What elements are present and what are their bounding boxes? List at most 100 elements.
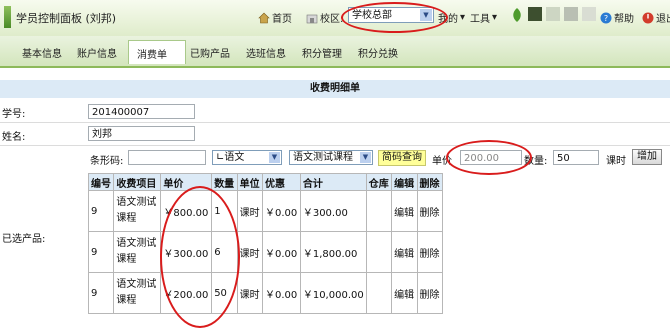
cell-price: ￥200.00 xyxy=(160,272,213,314)
course-value: 语文测试课程 xyxy=(293,152,353,163)
cell-unit: 课时 xyxy=(236,231,263,273)
campus-label: 校区: xyxy=(320,14,344,25)
cell-total: ￥300.00 xyxy=(299,190,367,232)
tools-menu[interactable]: 工具 ▾ xyxy=(470,10,497,25)
delete-link[interactable]: 删除 xyxy=(416,272,444,314)
header-id: 编号 xyxy=(87,173,115,191)
delete-link[interactable]: 删除 xyxy=(416,190,444,232)
selected-products-table: 编号 收费项目 单价 数量 单位 优惠 合计 仓库 编辑 删除 9 语文测试课程… xyxy=(87,173,444,314)
cell-total: ￥1,800.00 xyxy=(299,231,367,273)
cell-discount: ￥0.00 xyxy=(261,190,301,232)
logout-label: 退出 xyxy=(656,14,670,25)
barcode-label: 条形码: xyxy=(90,156,124,167)
campus-label-group: 校区: xyxy=(306,10,343,25)
tools-label: 工具 xyxy=(470,14,490,25)
tab-points-exchange[interactable]: 积分兑换 xyxy=(358,45,398,60)
theme-grey-icon[interactable] xyxy=(564,7,578,21)
qty-label: 数量: xyxy=(524,156,548,167)
header-warehouse: 仓库 xyxy=(365,173,393,191)
cell-id: 9 xyxy=(87,190,115,232)
cell-discount: ￥0.00 xyxy=(261,272,301,314)
caret-icon: ▾ xyxy=(492,12,498,23)
chevron-down-icon: ▼ xyxy=(360,152,371,163)
header-qty: 数量 xyxy=(211,173,238,191)
cell-unit: 课时 xyxy=(236,190,263,232)
app-title: 学员控制面板 (刘邦) xyxy=(16,12,117,25)
cell-price: ￥800.00 xyxy=(160,190,213,232)
svg-text:?: ? xyxy=(604,14,608,23)
add-button[interactable]: 增加 xyxy=(632,149,662,165)
form-title: 收费明细单 xyxy=(0,80,670,98)
tab-class-selection[interactable]: 选班信息 xyxy=(246,45,286,60)
header-total: 合计 xyxy=(299,173,367,191)
top-bar: 学员控制面板 (刘邦) 首页 校区: 学校总部 ▼ 我的▾ 工具▾ ? 帮助 xyxy=(0,0,670,37)
table-row: 9 语文测试课程 ￥800.00 1 课时 ￥0.00 ￥300.00 编辑 删… xyxy=(87,190,444,232)
help-icon: ? xyxy=(600,12,612,24)
campus-select[interactable]: 学校总部 ▼ xyxy=(348,7,434,23)
help-link[interactable]: ? 帮助 xyxy=(600,10,634,25)
chevron-down-icon: ▼ xyxy=(420,9,432,21)
caret-icon: ▾ xyxy=(460,12,466,23)
cell-price: ￥300.00 xyxy=(160,231,213,273)
name-field[interactable]: 刘邦 xyxy=(88,126,195,141)
campus-icon xyxy=(306,12,318,24)
tab-basic-info[interactable]: 基本信息 xyxy=(22,45,62,60)
mine-menu[interactable]: 我的 ▾ xyxy=(438,10,465,25)
logout-link[interactable]: 退出 xyxy=(642,10,670,25)
header-delete: 删除 xyxy=(416,173,444,191)
tab-account-info[interactable]: 账户信息 xyxy=(77,45,117,60)
logo-icon xyxy=(4,6,11,28)
power-icon xyxy=(642,12,654,24)
selected-products-label: 已选产品: xyxy=(2,234,46,245)
tab-consumption[interactable]: 消费单 xyxy=(128,40,186,64)
cell-item: 语文测试课程 xyxy=(113,272,162,314)
theme-extra-icon[interactable] xyxy=(582,7,596,21)
tab-points-management[interactable]: 积分管理 xyxy=(302,45,342,60)
cell-qty: 50 xyxy=(211,272,238,314)
edit-link[interactable]: 编辑 xyxy=(391,190,418,232)
delete-link[interactable]: 删除 xyxy=(416,231,444,273)
cell-warehouse xyxy=(365,190,393,232)
tab-bar: 基本信息 账户信息 消费单 已购产品 选班信息 积分管理 积分兑换 xyxy=(0,36,670,68)
cell-warehouse xyxy=(365,231,393,273)
cell-total: ￥10,000.00 xyxy=(299,272,367,314)
table-row: 9 语文测试课程 ￥200.00 50 课时 ￥0.00 ￥10,000.00 … xyxy=(87,272,444,314)
category-select[interactable]: ∟语文 ▼ xyxy=(212,150,282,165)
tab-purchased[interactable]: 已购产品 xyxy=(190,45,230,60)
quick-query-button[interactable]: 简码查询 xyxy=(378,150,426,166)
cell-qty: 1 xyxy=(211,190,238,232)
cell-item: 语文测试课程 xyxy=(113,231,162,273)
header-discount: 优惠 xyxy=(261,173,301,191)
header-price: 单价 xyxy=(160,173,213,191)
theme-light-icon[interactable] xyxy=(546,7,560,21)
cell-warehouse xyxy=(365,272,393,314)
student-no-field[interactable]: 201400007 xyxy=(88,104,195,119)
price-input[interactable]: 200.00 xyxy=(460,150,522,165)
cell-unit: 课时 xyxy=(236,272,263,314)
cell-discount: ￥0.00 xyxy=(261,231,301,273)
home-link[interactable]: 首页 xyxy=(258,10,292,25)
theme-dark-icon[interactable] xyxy=(528,7,542,21)
home-label: 首页 xyxy=(272,14,292,25)
header-edit: 编辑 xyxy=(391,173,418,191)
campus-select-value: 学校总部 xyxy=(352,10,392,21)
name-label: 姓名: xyxy=(2,132,26,143)
student-no-label: 学号: xyxy=(2,109,26,120)
category-value: ∟语文 xyxy=(216,152,245,163)
qty-input[interactable]: 50 xyxy=(553,150,599,165)
course-select[interactable]: 语文测试课程 ▼ xyxy=(289,150,373,165)
theme-buttons xyxy=(528,7,596,21)
edit-link[interactable]: 编辑 xyxy=(391,231,418,273)
price-label: 单价 xyxy=(432,156,452,167)
home-icon xyxy=(258,12,270,24)
name-row: 姓名: 刘邦 xyxy=(0,123,670,146)
chevron-down-icon: ▼ xyxy=(269,152,280,163)
cell-item: 语文测试课程 xyxy=(113,190,162,232)
cell-id: 9 xyxy=(87,231,115,273)
mine-label: 我的 xyxy=(438,14,458,25)
edit-link[interactable]: 编辑 xyxy=(391,272,418,314)
barcode-input[interactable] xyxy=(128,150,206,165)
leaf-icon[interactable] xyxy=(510,7,524,23)
help-label: 帮助 xyxy=(614,14,634,25)
header-item: 收费项目 xyxy=(113,173,162,191)
